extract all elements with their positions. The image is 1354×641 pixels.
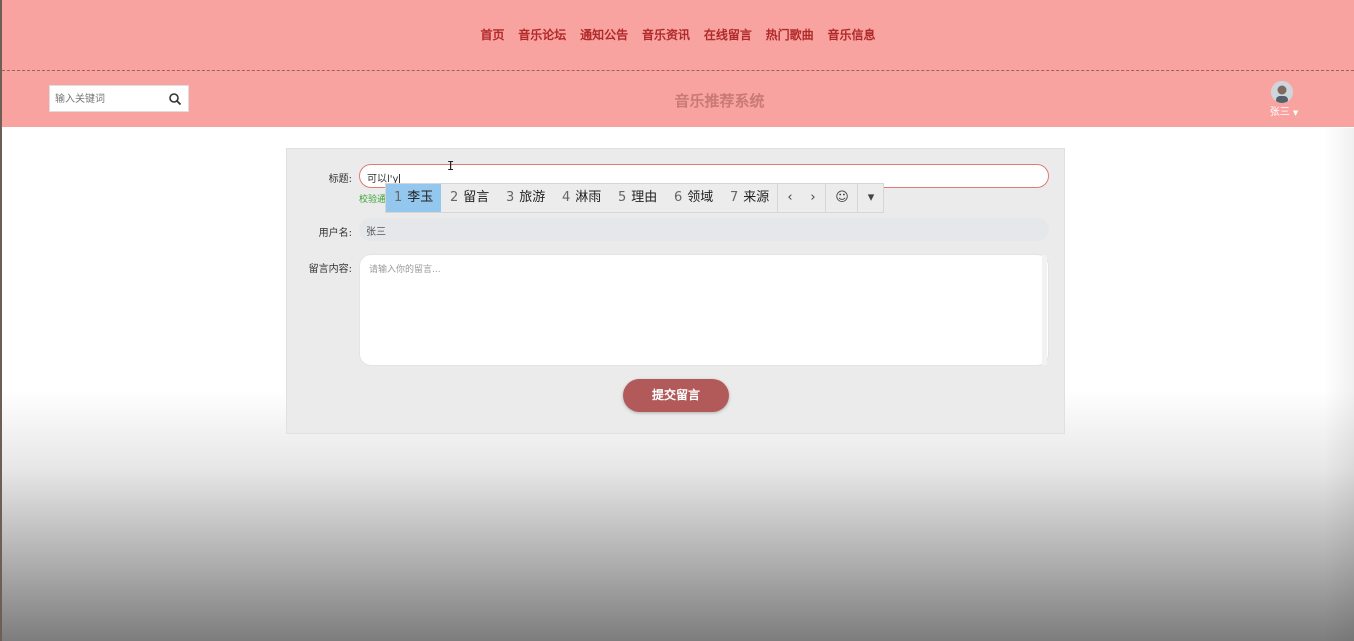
ime-prev-page-icon[interactable]: ‹ (777, 184, 802, 212)
candidate-text: 旅游 (519, 190, 546, 205)
nav-announcements[interactable]: 通知公告 (580, 26, 628, 43)
ime-candidate-3[interactable]: 3 旅游 (498, 184, 553, 212)
username-field: 张三 (359, 218, 1049, 241)
ime-candidate-bar: 1 李玉 2 留言 3 旅游 4 淋雨 5 理由 6 领域 7 来源 ‹ › ☺ ▾ (385, 183, 884, 213)
ime-candidate-6[interactable]: 6 领域 (666, 184, 721, 212)
ime-candidate-2[interactable]: 2 留言 (442, 184, 497, 212)
content-placeholder: 请输入你的留言... (369, 265, 441, 275)
candidate-text: 留言 (463, 190, 490, 205)
candidate-number: 2 (450, 190, 459, 205)
textarea-scrollbar[interactable] (1042, 255, 1047, 365)
top-navigation: 首页 音乐论坛 通知公告 音乐资讯 在线留言 热门歌曲 音乐信息 (2, 0, 1354, 71)
candidate-number: 1 (394, 190, 403, 205)
candidate-number: 7 (730, 190, 739, 205)
username-label: 张三 (1269, 107, 1290, 118)
i-beam-cursor-icon: I (447, 159, 455, 173)
right-shadow (1324, 128, 1354, 641)
nav-online-message[interactable]: 在线留言 (704, 26, 752, 43)
candidate-number: 5 (618, 190, 627, 205)
ime-candidate-7[interactable]: 7 来源 (722, 184, 777, 212)
candidate-number: 4 (562, 190, 571, 205)
nav-music-forum[interactable]: 音乐论坛 (518, 26, 566, 43)
nav-music-info[interactable]: 音乐信息 (828, 26, 876, 43)
ime-candidate-5[interactable]: 5 理由 (610, 184, 665, 212)
nav-hot-songs[interactable]: 热门歌曲 (766, 26, 814, 43)
content-label: 留言内容: (308, 264, 352, 275)
ime-next-page-icon[interactable]: › (801, 184, 825, 212)
avatar (1271, 81, 1293, 103)
candidate-text: 领域 (687, 190, 714, 205)
title-label: 标题: (328, 174, 352, 185)
site-title: 音乐推荐系统 (674, 92, 765, 110)
candidate-text: 理由 (631, 190, 658, 205)
nav-home[interactable]: 首页 (480, 26, 504, 43)
ime-candidate-4[interactable]: 4 淋雨 (554, 184, 609, 212)
user-menu[interactable]: 张三 ▼ (1264, 81, 1304, 121)
ime-candidate-1[interactable]: 1 李玉 (386, 184, 442, 212)
nav-links: 首页 音乐论坛 通知公告 音乐资讯 在线留言 热门歌曲 音乐信息 (2, 26, 1354, 43)
candidate-number: 6 (674, 190, 683, 205)
submit-button[interactable]: 提交留言 (623, 379, 729, 412)
nav-music-news[interactable]: 音乐资讯 (642, 26, 690, 43)
validation-hint: 校验通 (359, 195, 387, 205)
candidate-number: 3 (506, 190, 515, 205)
ime-expand-icon[interactable]: ▾ (857, 184, 884, 212)
message-content-textarea[interactable]: 请输入你的留言... (359, 254, 1049, 366)
header-bar: 音乐推荐系统 张三 ▼ (2, 71, 1354, 127)
username-dropdown[interactable]: 张三 ▼ (1264, 103, 1304, 118)
candidate-text: 来源 (743, 190, 770, 205)
candidate-text: 淋雨 (575, 190, 602, 205)
username-field-label: 用户名: (318, 228, 352, 239)
caret-down-icon: ▼ (1292, 109, 1299, 117)
candidate-text: 李玉 (407, 190, 434, 205)
username-field-value: 张三 (366, 227, 386, 238)
ime-emoji-icon[interactable]: ☺ (825, 184, 858, 212)
